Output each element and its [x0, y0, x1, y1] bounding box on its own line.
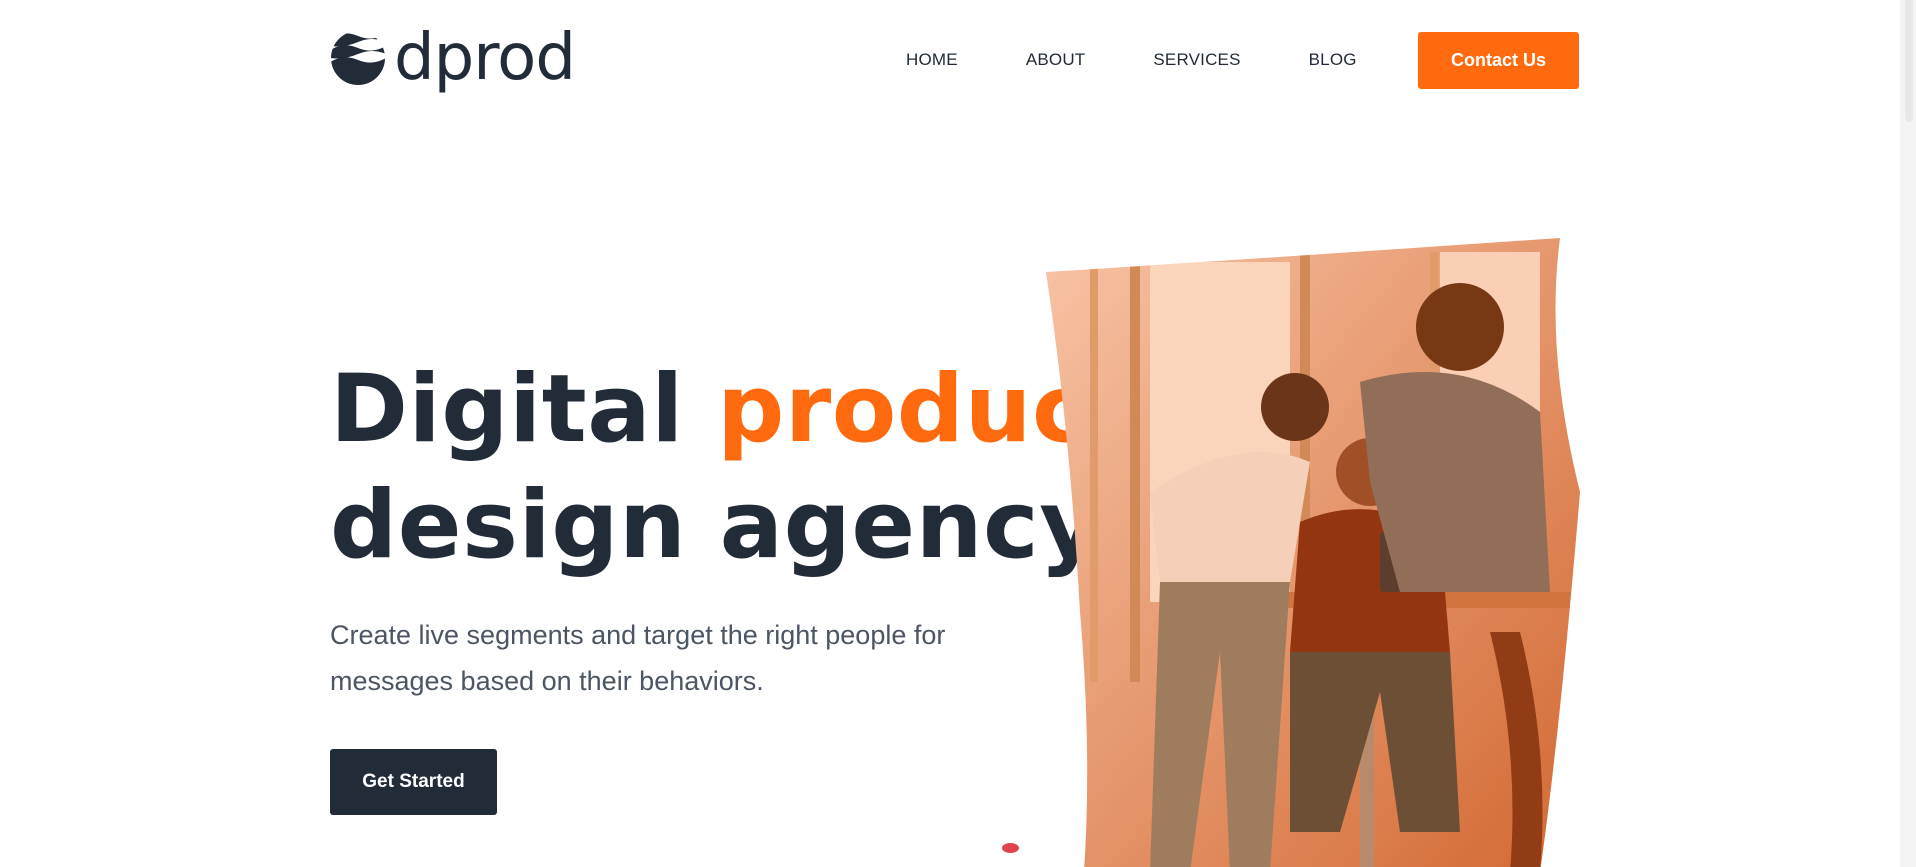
- nav-services[interactable]: SERVICES: [1153, 48, 1240, 72]
- decorative-dot: [1002, 843, 1019, 853]
- page-scrollbar[interactable]: [1900, 0, 1916, 867]
- site-header: dprod HOME ABOUT SERVICES BLOG Contact U…: [0, 0, 1916, 120]
- hero-title-line2: design agency: [330, 471, 1102, 580]
- brand-name: dprod: [394, 21, 576, 95]
- team-photo-image: [1046, 238, 1580, 867]
- get-started-button[interactable]: Get Started: [330, 749, 497, 815]
- hero-title: Digital product design agency: [330, 352, 1134, 584]
- contact-us-button[interactable]: Contact Us: [1418, 32, 1579, 89]
- hero-title-word: Digital: [330, 355, 684, 464]
- scrollbar-thumb[interactable]: [1905, 0, 1913, 122]
- nav-about[interactable]: ABOUT: [1026, 48, 1086, 72]
- nav-blog[interactable]: BLOG: [1309, 48, 1357, 72]
- hero-subtitle: Create live segments and target the righ…: [330, 620, 946, 696]
- nav-home[interactable]: HOME: [906, 48, 958, 72]
- main-nav: HOME ABOUT SERVICES BLOG: [906, 48, 1357, 72]
- waves-circle-icon: [331, 33, 385, 85]
- brand-logo[interactable]: dprod: [330, 21, 576, 95]
